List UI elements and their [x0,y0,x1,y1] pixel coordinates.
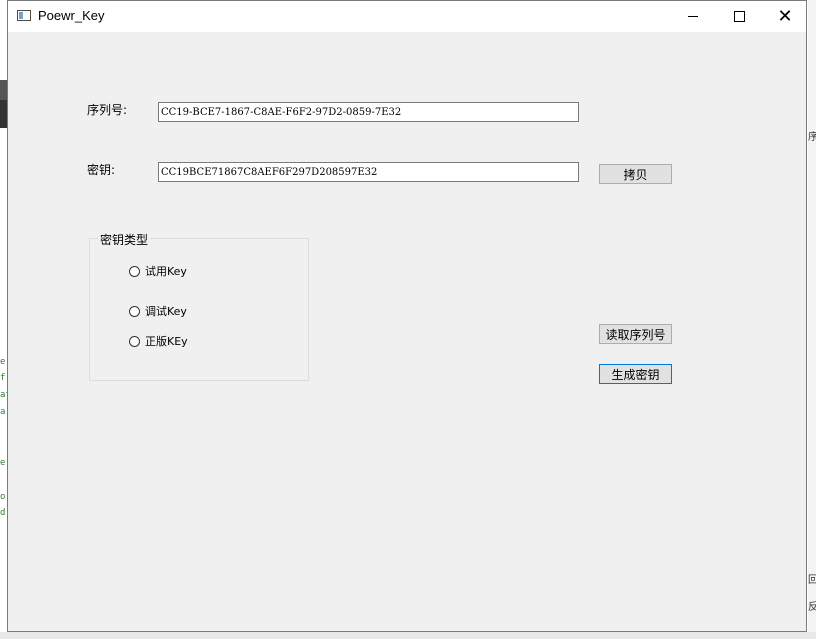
close-button[interactable]: ✕ [762,1,808,32]
key-type-title: 密钥类型 [98,231,151,248]
minimize-button[interactable] [670,1,716,32]
radio-debug-key[interactable]: 调试Key [129,303,187,319]
radio-licensed-key[interactable]: 正版KEy [129,333,188,349]
copy-button[interactable]: 拷贝 [599,164,672,184]
background-code-text: e [0,458,6,468]
app-window: Poewr_Key ✕ 序列号: 密钥: 拷贝 密钥类型 试用Key 调试Key… [7,0,807,632]
background-code-text: e [0,357,6,367]
key-field[interactable] [158,162,579,182]
radio-circle-icon [129,265,140,277]
serial-label: 序列号: [87,103,128,117]
read-serial-button[interactable]: 读取序列号 [599,324,672,344]
background-fragment: 反 [808,602,816,613]
background-code-text: d [0,508,6,518]
radio-label: 正版KEy [145,335,188,348]
radio-circle-icon [129,335,140,347]
window-title: Poewr_Key [38,8,105,23]
background-fragment: 序 [808,132,816,143]
title-bar[interactable]: Poewr_Key ✕ [8,1,806,32]
minimize-icon [688,16,698,17]
background-bottom-strip [0,632,816,639]
close-icon: ✕ [777,5,793,27]
radio-circle-icon [129,305,140,317]
maximize-button[interactable] [716,1,762,32]
maximize-icon [733,11,745,22]
background-fragment: 回 [808,575,816,586]
background-right-strip: 序 回 反 [808,0,816,639]
radio-trial-key[interactable]: 试用Key [129,263,187,279]
background-code-text: a [0,407,6,417]
key-type-group: 密钥类型 试用Key 调试Key 正版KEy [89,231,309,381]
background-code-text: o [0,492,6,502]
app-icon [17,10,31,21]
serial-number-field[interactable] [158,102,579,122]
radio-label: 调试Key [145,305,187,318]
generate-key-button[interactable]: 生成密钥 [599,364,672,384]
key-label: 密钥: [87,163,116,177]
background-code-text: f [0,373,6,383]
radio-label: 试用Key [145,265,187,278]
